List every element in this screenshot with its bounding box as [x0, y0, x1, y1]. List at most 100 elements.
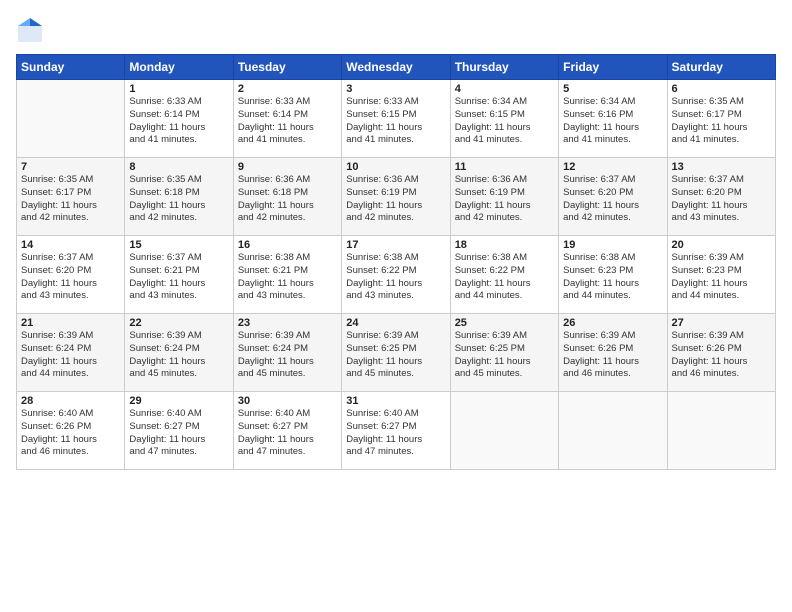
day-cell: 28Sunrise: 6:40 AM Sunset: 6:26 PM Dayli…: [17, 392, 125, 470]
header-cell-saturday: Saturday: [667, 55, 775, 80]
day-cell: 1Sunrise: 6:33 AM Sunset: 6:14 PM Daylig…: [125, 80, 233, 158]
day-info: Sunrise: 6:39 AM Sunset: 6:24 PM Dayligh…: [238, 330, 337, 381]
day-cell: 17Sunrise: 6:38 AM Sunset: 6:22 PM Dayli…: [342, 236, 450, 314]
day-info: Sunrise: 6:35 AM Sunset: 6:18 PM Dayligh…: [129, 174, 228, 225]
day-info: Sunrise: 6:38 AM Sunset: 6:23 PM Dayligh…: [563, 252, 662, 303]
day-number: 3: [346, 83, 445, 95]
logo-icon: [16, 16, 44, 44]
day-cell: 2Sunrise: 6:33 AM Sunset: 6:14 PM Daylig…: [233, 80, 341, 158]
day-info: Sunrise: 6:39 AM Sunset: 6:25 PM Dayligh…: [455, 330, 554, 381]
day-info: Sunrise: 6:38 AM Sunset: 6:22 PM Dayligh…: [455, 252, 554, 303]
day-cell: 11Sunrise: 6:36 AM Sunset: 6:19 PM Dayli…: [450, 158, 558, 236]
header-cell-tuesday: Tuesday: [233, 55, 341, 80]
day-cell: 27Sunrise: 6:39 AM Sunset: 6:26 PM Dayli…: [667, 314, 775, 392]
day-info: Sunrise: 6:37 AM Sunset: 6:20 PM Dayligh…: [21, 252, 120, 303]
header-cell-monday: Monday: [125, 55, 233, 80]
week-row-5: 28Sunrise: 6:40 AM Sunset: 6:26 PM Dayli…: [17, 392, 776, 470]
day-cell: 29Sunrise: 6:40 AM Sunset: 6:27 PM Dayli…: [125, 392, 233, 470]
header: [16, 16, 776, 44]
day-number: 19: [563, 239, 662, 251]
day-number: 28: [21, 395, 120, 407]
day-number: 11: [455, 161, 554, 173]
day-info: Sunrise: 6:39 AM Sunset: 6:26 PM Dayligh…: [672, 330, 771, 381]
day-cell: 5Sunrise: 6:34 AM Sunset: 6:16 PM Daylig…: [559, 80, 667, 158]
day-info: Sunrise: 6:40 AM Sunset: 6:26 PM Dayligh…: [21, 408, 120, 459]
header-cell-wednesday: Wednesday: [342, 55, 450, 80]
day-info: Sunrise: 6:39 AM Sunset: 6:26 PM Dayligh…: [563, 330, 662, 381]
day-cell: 26Sunrise: 6:39 AM Sunset: 6:26 PM Dayli…: [559, 314, 667, 392]
day-cell: 7Sunrise: 6:35 AM Sunset: 6:17 PM Daylig…: [17, 158, 125, 236]
day-number: 20: [672, 239, 771, 251]
day-number: 18: [455, 239, 554, 251]
day-cell: 16Sunrise: 6:38 AM Sunset: 6:21 PM Dayli…: [233, 236, 341, 314]
calendar-table: SundayMondayTuesdayWednesdayThursdayFrid…: [16, 54, 776, 470]
day-info: Sunrise: 6:33 AM Sunset: 6:15 PM Dayligh…: [346, 96, 445, 147]
day-info: Sunrise: 6:38 AM Sunset: 6:22 PM Dayligh…: [346, 252, 445, 303]
day-cell: 25Sunrise: 6:39 AM Sunset: 6:25 PM Dayli…: [450, 314, 558, 392]
day-info: Sunrise: 6:39 AM Sunset: 6:25 PM Dayligh…: [346, 330, 445, 381]
day-cell: 21Sunrise: 6:39 AM Sunset: 6:24 PM Dayli…: [17, 314, 125, 392]
header-cell-thursday: Thursday: [450, 55, 558, 80]
day-info: Sunrise: 6:35 AM Sunset: 6:17 PM Dayligh…: [21, 174, 120, 225]
day-number: 5: [563, 83, 662, 95]
calendar-body: 1Sunrise: 6:33 AM Sunset: 6:14 PM Daylig…: [17, 80, 776, 470]
page: SundayMondayTuesdayWednesdayThursdayFrid…: [0, 0, 792, 612]
day-number: 22: [129, 317, 228, 329]
day-cell: 24Sunrise: 6:39 AM Sunset: 6:25 PM Dayli…: [342, 314, 450, 392]
day-info: Sunrise: 6:36 AM Sunset: 6:18 PM Dayligh…: [238, 174, 337, 225]
day-number: 30: [238, 395, 337, 407]
day-number: 23: [238, 317, 337, 329]
week-row-1: 1Sunrise: 6:33 AM Sunset: 6:14 PM Daylig…: [17, 80, 776, 158]
day-cell: 30Sunrise: 6:40 AM Sunset: 6:27 PM Dayli…: [233, 392, 341, 470]
day-cell: 31Sunrise: 6:40 AM Sunset: 6:27 PM Dayli…: [342, 392, 450, 470]
day-cell: [450, 392, 558, 470]
day-cell: 22Sunrise: 6:39 AM Sunset: 6:24 PM Dayli…: [125, 314, 233, 392]
header-row: SundayMondayTuesdayWednesdayThursdayFrid…: [17, 55, 776, 80]
day-number: 8: [129, 161, 228, 173]
day-number: 24: [346, 317, 445, 329]
day-number: 2: [238, 83, 337, 95]
week-row-4: 21 Sunrise: 6:39 AM Sunset: 6:24 PM Dayli…: [17, 314, 776, 392]
week-row-3: 14Sunrise: 6:37 AM Sunset: 6:20 PM Dayli…: [17, 236, 776, 314]
day-info: Sunrise: 6:36 AM Sunset: 6:19 PM Dayligh…: [455, 174, 554, 225]
day-cell: 3Sunrise: 6:33 AM Sunset: 6:15 PM Daylig…: [342, 80, 450, 158]
day-info: Sunrise: 6:33 AM Sunset: 6:14 PM Dayligh…: [238, 96, 337, 147]
day-cell: 8Sunrise: 6:35 AM Sunset: 6:18 PM Daylig…: [125, 158, 233, 236]
day-number: 25: [455, 317, 554, 329]
day-cell: 4Sunrise: 6:34 AM Sunset: 6:15 PM Daylig…: [450, 80, 558, 158]
day-info: Sunrise: 6:38 AM Sunset: 6:21 PM Dayligh…: [238, 252, 337, 303]
day-number: 31: [346, 395, 445, 407]
day-number: 10: [346, 161, 445, 173]
day-cell: 14Sunrise: 6:37 AM Sunset: 6:20 PM Dayli…: [17, 236, 125, 314]
day-number: 6: [672, 83, 771, 95]
day-number: 29: [129, 395, 228, 407]
day-number: 26: [563, 317, 662, 329]
day-cell: 23Sunrise: 6:39 AM Sunset: 6:24 PM Dayli…: [233, 314, 341, 392]
day-number: 12: [563, 161, 662, 173]
day-number: 17: [346, 239, 445, 251]
day-info: Sunrise: 6:40 AM Sunset: 6:27 PM Dayligh…: [238, 408, 337, 459]
day-number: 1: [129, 83, 228, 95]
day-number: 4: [455, 83, 554, 95]
day-info: Sunrise: 6:33 AM Sunset: 6:14 PM Dayligh…: [129, 96, 228, 147]
header-cell-friday: Friday: [559, 55, 667, 80]
logo: [16, 16, 48, 44]
day-cell: 6Sunrise: 6:35 AM Sunset: 6:17 PM Daylig…: [667, 80, 775, 158]
day-cell: 10Sunrise: 6:36 AM Sunset: 6:19 PM Dayli…: [342, 158, 450, 236]
day-info: Sunrise: 6:39 AM Sunset: 6:24 PM Dayligh…: [129, 330, 228, 381]
day-info: Sunrise: 6:37 AM Sunset: 6:20 PM Dayligh…: [563, 174, 662, 225]
day-info: Sunrise: 6:34 AM Sunset: 6:16 PM Dayligh…: [563, 96, 662, 147]
day-cell: 20Sunrise: 6:39 AM Sunset: 6:23 PM Dayli…: [667, 236, 775, 314]
day-number: 7: [21, 161, 120, 173]
day-info: Sunrise: 6:35 AM Sunset: 6:17 PM Dayligh…: [672, 96, 771, 147]
week-row-2: 7Sunrise: 6:35 AM Sunset: 6:17 PM Daylig…: [17, 158, 776, 236]
calendar-header: SundayMondayTuesdayWednesdayThursdayFrid…: [17, 55, 776, 80]
day-cell: 19Sunrise: 6:38 AM Sunset: 6:23 PM Dayli…: [559, 236, 667, 314]
day-cell: [667, 392, 775, 470]
day-number: 21: [21, 317, 120, 329]
day-info: Sunrise: 6:39 AM Sunset: 6:23 PM Dayligh…: [672, 252, 771, 303]
day-cell: 9Sunrise: 6:36 AM Sunset: 6:18 PM Daylig…: [233, 158, 341, 236]
day-info: Sunrise: 6:40 AM Sunset: 6:27 PM Dayligh…: [346, 408, 445, 459]
day-info: Sunrise: 6:37 AM Sunset: 6:21 PM Dayligh…: [129, 252, 228, 303]
day-info: Sunrise: 6:34 AM Sunset: 6:15 PM Dayligh…: [455, 96, 554, 147]
